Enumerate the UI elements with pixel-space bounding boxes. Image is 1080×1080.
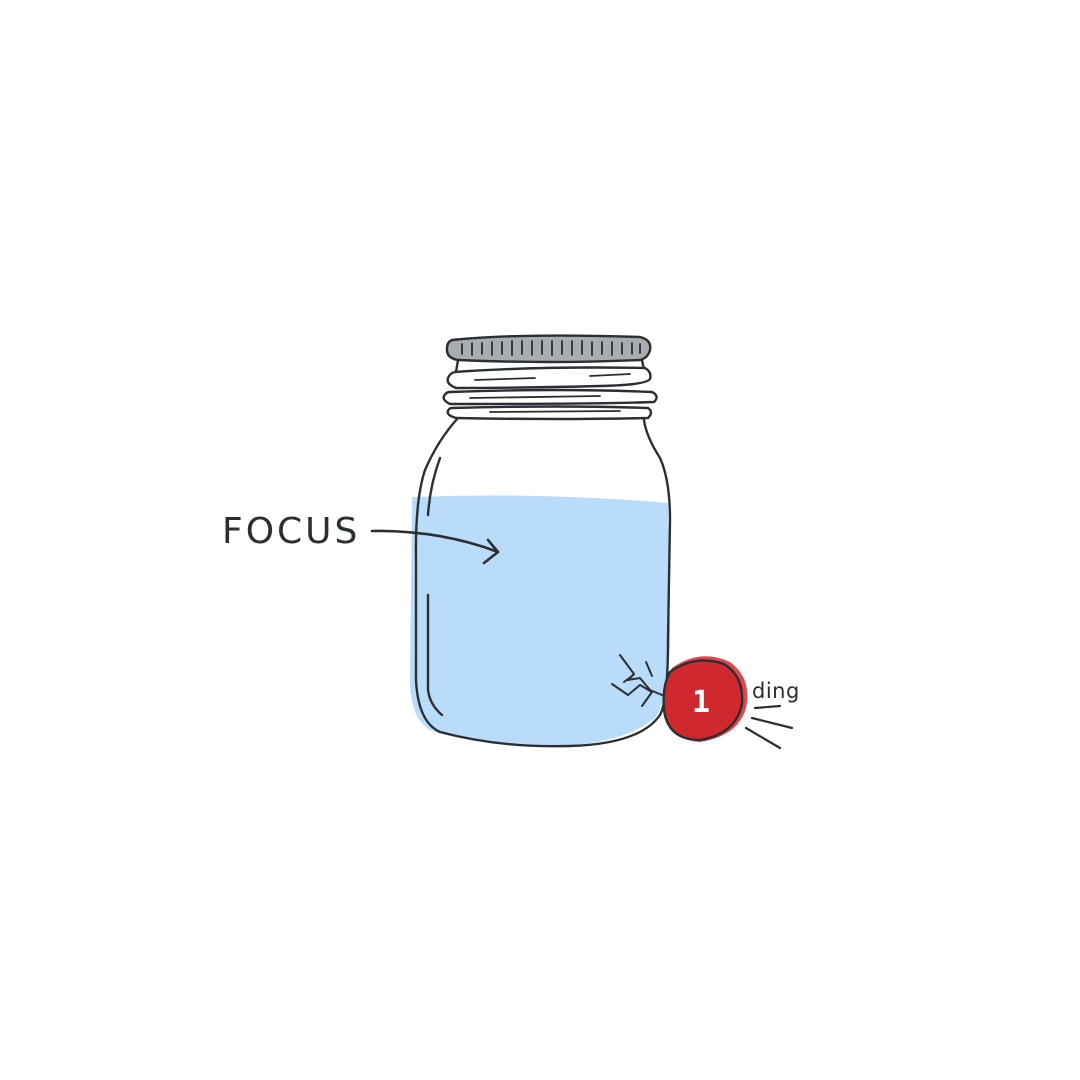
- neck-left: [454, 358, 460, 374]
- illustration-canvas: FOCUS 1 ding: [0, 0, 1080, 1080]
- notification-badge-icon: 1: [662, 656, 748, 742]
- focus-jar-illustration: FOCUS 1 ding: [222, 334, 800, 750]
- ding-label: ding: [752, 679, 800, 703]
- sound-lines-icon: [744, 704, 794, 750]
- notification-count: 1: [692, 685, 710, 720]
- water-fill: [410, 495, 670, 745]
- mason-jar-icon: [410, 334, 672, 748]
- focus-label: FOCUS: [222, 511, 360, 552]
- thread-1: [446, 366, 652, 390]
- thread-3: [446, 405, 653, 421]
- jar-lid: [445, 334, 652, 364]
